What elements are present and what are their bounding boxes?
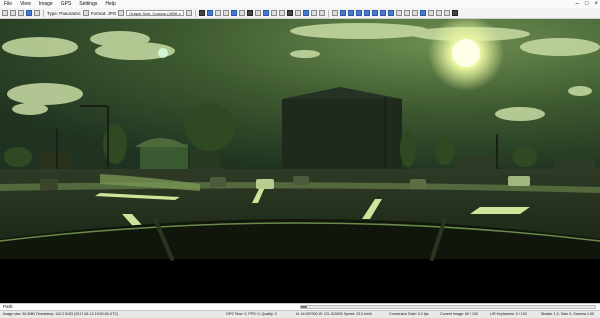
blend-icon[interactable] (278, 10, 285, 16)
toolbar-separator (194, 9, 196, 17)
export-icon[interactable] (18, 10, 24, 16)
queue-icon[interactable] (435, 10, 442, 16)
path-bar: Path: (0, 303, 600, 310)
menu-settings[interactable]: Settings (77, 0, 99, 8)
menu-image[interactable]: Image (37, 0, 55, 8)
camera-icon[interactable] (206, 10, 213, 16)
map-icon[interactable] (310, 10, 317, 16)
lens-icon[interactable] (254, 10, 261, 16)
type-label[interactable]: Type: Panoramic (47, 11, 81, 16)
filter-icon[interactable] (238, 10, 245, 16)
panorama-viewer[interactable] (0, 19, 600, 303)
toolbar-separator (327, 9, 329, 17)
status-shutter: Shutter 1.0, Gain 0, Gamma 1.00 (541, 312, 594, 316)
timeline-scrollbar[interactable] (300, 305, 596, 309)
batch-icon[interactable] (427, 10, 434, 16)
close-icon[interactable]: × (594, 1, 598, 7)
record-icon[interactable] (411, 10, 418, 16)
last-frame-icon[interactable] (387, 10, 394, 16)
tilt-icon[interactable] (270, 10, 277, 16)
menu-help[interactable]: Help (103, 0, 117, 8)
log-icon[interactable] (443, 10, 450, 16)
status-coordinates: N: 44.057000 W: 121.315000 Speed: 23.0 k… (296, 312, 373, 316)
status-conversion-rate: Conversion Rate: 0.2 fps (389, 312, 429, 316)
mask-icon[interactable] (286, 10, 293, 16)
step-forward-icon[interactable] (371, 10, 378, 16)
sharpen-icon[interactable] (246, 10, 253, 16)
minimize-icon[interactable]: – (576, 1, 579, 7)
play-icon[interactable] (363, 10, 370, 16)
menu-gps[interactable]: GPS (59, 0, 74, 8)
gps-icon[interactable] (302, 10, 309, 16)
stitch-icon[interactable] (262, 10, 269, 16)
color-icon[interactable] (230, 10, 237, 16)
repeat-icon[interactable] (403, 10, 410, 16)
status-image-info: Image size: 50.2MB Timestamp: 110.2 5103… (3, 312, 119, 316)
step-back-icon[interactable] (355, 10, 362, 16)
status-gps: GPS Time: 0, PPS: 0, Quality: 0 (226, 312, 277, 316)
process-icon[interactable] (419, 10, 426, 16)
preview-icon[interactable] (294, 10, 301, 16)
rotate-icon[interactable] (222, 10, 229, 16)
layout-icon[interactable] (34, 10, 40, 16)
panorama-image (0, 19, 600, 303)
status-current-image: Current Image: 80 / 100 (440, 312, 478, 316)
previous-frame-icon[interactable] (347, 10, 354, 16)
menu-view[interactable]: View (18, 0, 33, 8)
status-keyframes: L/R Keyframes: 0 / 100 (490, 312, 527, 316)
format-dropdown-icon[interactable] (118, 10, 125, 16)
format-label[interactable]: Format: JPG (91, 11, 117, 16)
info-icon[interactable] (451, 10, 458, 16)
settings-icon[interactable] (26, 10, 32, 16)
maximize-icon[interactable]: □ (585, 1, 589, 7)
output-size-select[interactable]: Output Size: Custom (4096 x (126, 10, 184, 16)
grid-icon[interactable] (198, 10, 205, 16)
next-frame-icon[interactable] (379, 10, 386, 16)
chart-icon[interactable] (318, 10, 325, 16)
output-dropdown-icon[interactable] (185, 10, 192, 16)
loop-icon[interactable] (395, 10, 402, 16)
window-controls: – □ × (576, 0, 598, 8)
menu-bar: File View Image GPS Settings Help (0, 0, 600, 8)
timeline-scroll-thumb[interactable] (301, 306, 307, 308)
zoom-icon[interactable] (331, 10, 338, 16)
first-frame-icon[interactable] (339, 10, 346, 16)
menu-file[interactable]: File (2, 0, 14, 8)
save-icon[interactable] (10, 10, 16, 16)
crop-icon[interactable] (214, 10, 221, 16)
toolbar: Type: Panoramic Format: JPG Output Size:… (0, 8, 600, 19)
type-dropdown-icon[interactable] (82, 10, 89, 16)
toolbar-separator (43, 9, 44, 17)
status-bar: Image size: 50.2MB Timestamp: 110.2 5103… (0, 310, 600, 318)
open-icon[interactable] (2, 10, 8, 16)
